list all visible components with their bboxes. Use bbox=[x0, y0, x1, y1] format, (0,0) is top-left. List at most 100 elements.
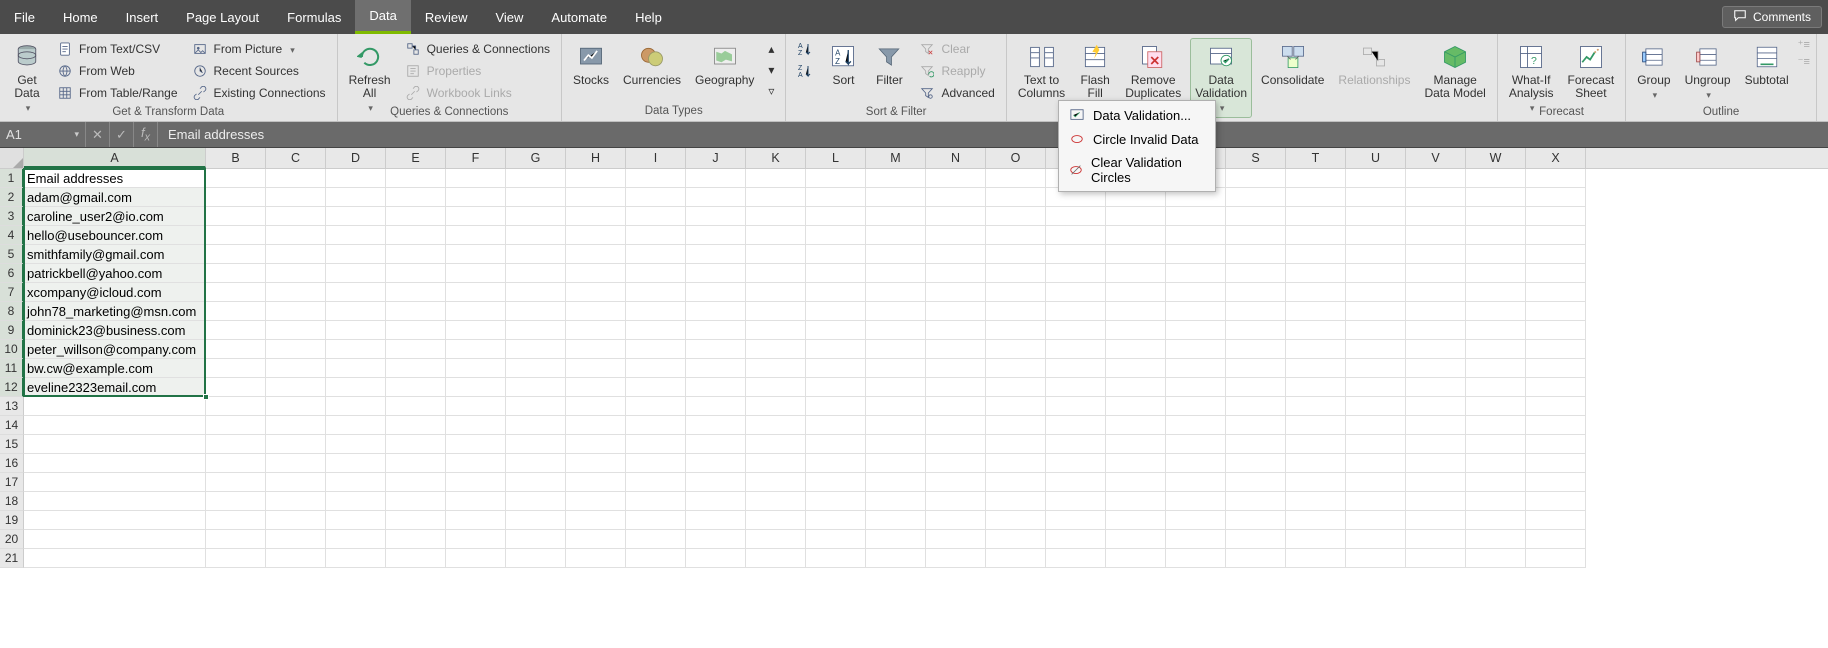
cell[interactable] bbox=[386, 245, 446, 264]
cell[interactable] bbox=[926, 416, 986, 435]
cell[interactable] bbox=[1166, 283, 1226, 302]
cell[interactable] bbox=[506, 207, 566, 226]
cell[interactable] bbox=[446, 226, 506, 245]
from-text-csv-button[interactable]: From Text/CSV bbox=[52, 38, 183, 60]
cell[interactable] bbox=[1526, 169, 1586, 188]
cell[interactable] bbox=[1526, 397, 1586, 416]
cell[interactable] bbox=[986, 454, 1046, 473]
tab-page-layout[interactable]: Page Layout bbox=[172, 0, 273, 34]
cell[interactable] bbox=[1406, 549, 1466, 568]
cell[interactable] bbox=[1346, 473, 1406, 492]
cell[interactable] bbox=[506, 492, 566, 511]
from-picture-button[interactable]: From Picture bbox=[187, 38, 331, 60]
cell[interactable] bbox=[746, 454, 806, 473]
cell[interactable] bbox=[866, 245, 926, 264]
cell[interactable] bbox=[626, 473, 686, 492]
cell[interactable] bbox=[386, 264, 446, 283]
cell[interactable] bbox=[326, 321, 386, 340]
cell[interactable] bbox=[806, 511, 866, 530]
cell[interactable] bbox=[1286, 264, 1346, 283]
cell[interactable] bbox=[746, 302, 806, 321]
cell[interactable] bbox=[1406, 188, 1466, 207]
column-header[interactable]: X bbox=[1526, 148, 1586, 168]
advanced-button[interactable]: Advanced bbox=[914, 82, 999, 104]
cell[interactable] bbox=[1166, 359, 1226, 378]
cell[interactable] bbox=[1406, 378, 1466, 397]
cell[interactable] bbox=[266, 169, 326, 188]
cell[interactable] bbox=[1046, 530, 1106, 549]
cell[interactable] bbox=[986, 302, 1046, 321]
cell[interactable] bbox=[1406, 473, 1466, 492]
cell[interactable] bbox=[806, 492, 866, 511]
cell[interactable] bbox=[446, 530, 506, 549]
cell[interactable] bbox=[506, 226, 566, 245]
cell[interactable] bbox=[926, 454, 986, 473]
cell[interactable] bbox=[1346, 435, 1406, 454]
cell[interactable] bbox=[566, 302, 626, 321]
cell[interactable] bbox=[1406, 321, 1466, 340]
cell[interactable] bbox=[626, 359, 686, 378]
cell[interactable] bbox=[1286, 359, 1346, 378]
cell[interactable] bbox=[446, 302, 506, 321]
cell[interactable] bbox=[386, 207, 446, 226]
cell[interactable] bbox=[686, 530, 746, 549]
cell[interactable] bbox=[1526, 416, 1586, 435]
cell[interactable] bbox=[806, 302, 866, 321]
sort-desc-button[interactable]: ZA bbox=[792, 60, 818, 82]
cell[interactable] bbox=[686, 549, 746, 568]
cell[interactable] bbox=[746, 264, 806, 283]
queries-connections-button[interactable]: Queries & Connections bbox=[400, 38, 555, 60]
cell[interactable] bbox=[386, 226, 446, 245]
cell[interactable] bbox=[686, 473, 746, 492]
cell[interactable] bbox=[1406, 245, 1466, 264]
cell[interactable] bbox=[806, 340, 866, 359]
text-to-columns-button[interactable]: Text to Columns bbox=[1013, 38, 1070, 103]
column-header[interactable]: N bbox=[926, 148, 986, 168]
cell[interactable] bbox=[506, 473, 566, 492]
filter-button[interactable]: Filter bbox=[868, 38, 910, 90]
cell[interactable]: john78_marketing@msn.com bbox=[24, 302, 206, 321]
sort-button[interactable]: AZ Sort bbox=[822, 38, 864, 90]
cell[interactable] bbox=[626, 169, 686, 188]
cell[interactable] bbox=[746, 416, 806, 435]
cell[interactable] bbox=[806, 264, 866, 283]
cell[interactable] bbox=[866, 207, 926, 226]
cell[interactable] bbox=[566, 473, 626, 492]
cell[interactable] bbox=[206, 359, 266, 378]
cell[interactable] bbox=[206, 511, 266, 530]
row-header[interactable]: 8 bbox=[0, 302, 24, 321]
row-header[interactable]: 15 bbox=[0, 435, 24, 454]
cell[interactable] bbox=[566, 549, 626, 568]
cell[interactable] bbox=[926, 264, 986, 283]
fill-handle[interactable] bbox=[203, 394, 209, 400]
cell[interactable] bbox=[326, 207, 386, 226]
cell[interactable] bbox=[1286, 530, 1346, 549]
cell[interactable] bbox=[806, 321, 866, 340]
cell[interactable]: eveline2323email.com bbox=[24, 378, 206, 397]
cell[interactable] bbox=[566, 340, 626, 359]
cell[interactable] bbox=[1166, 321, 1226, 340]
cell[interactable] bbox=[1166, 511, 1226, 530]
cell[interactable] bbox=[326, 416, 386, 435]
cell[interactable] bbox=[266, 321, 326, 340]
cell[interactable] bbox=[866, 283, 926, 302]
cell[interactable] bbox=[24, 473, 206, 492]
cell[interactable] bbox=[1106, 511, 1166, 530]
properties-button[interactable]: Properties bbox=[400, 60, 555, 82]
cell[interactable] bbox=[446, 188, 506, 207]
cell[interactable] bbox=[626, 340, 686, 359]
cell[interactable] bbox=[1046, 207, 1106, 226]
cell[interactable] bbox=[1166, 340, 1226, 359]
cell[interactable] bbox=[926, 378, 986, 397]
column-header[interactable]: O bbox=[986, 148, 1046, 168]
cell[interactable] bbox=[686, 397, 746, 416]
from-table-range-button[interactable]: From Table/Range bbox=[52, 82, 183, 104]
cell[interactable] bbox=[1046, 283, 1106, 302]
formula-input[interactable]: Email addresses bbox=[158, 127, 264, 142]
cell[interactable] bbox=[686, 188, 746, 207]
cell[interactable] bbox=[1106, 549, 1166, 568]
cell[interactable] bbox=[1466, 397, 1526, 416]
cell[interactable] bbox=[686, 245, 746, 264]
cell[interactable] bbox=[1166, 530, 1226, 549]
cell[interactable] bbox=[626, 226, 686, 245]
